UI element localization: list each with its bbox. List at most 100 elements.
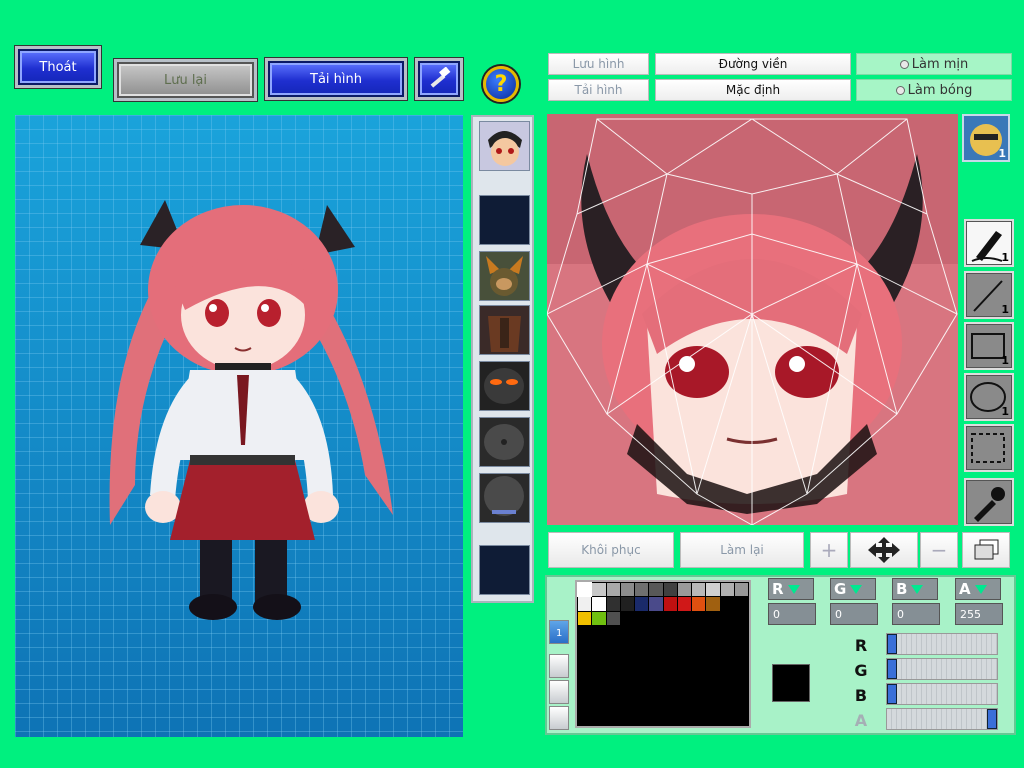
color-swatch[interactable] bbox=[635, 654, 649, 668]
part-slot-empty-1[interactable] bbox=[479, 195, 530, 245]
color-swatch[interactable] bbox=[706, 697, 720, 711]
zoom-in-button[interactable]: + bbox=[810, 532, 848, 568]
color-swatch[interactable] bbox=[720, 611, 734, 625]
color-swatch[interactable] bbox=[620, 611, 634, 625]
color-swatch[interactable] bbox=[578, 683, 592, 697]
color-swatch[interactable] bbox=[620, 683, 634, 697]
color-swatch[interactable] bbox=[635, 625, 649, 640]
color-swatch[interactable] bbox=[592, 611, 606, 625]
part-slot-head[interactable] bbox=[479, 121, 530, 171]
color-swatch[interactable] bbox=[635, 668, 649, 683]
color-swatch[interactable] bbox=[692, 640, 706, 654]
color-swatch[interactable] bbox=[706, 583, 720, 597]
color-swatch[interactable] bbox=[663, 683, 677, 697]
color-swatch[interactable] bbox=[635, 697, 649, 711]
channel-a-head[interactable]: A bbox=[955, 578, 1001, 600]
color-swatch[interactable] bbox=[592, 625, 606, 640]
color-swatch[interactable] bbox=[649, 597, 663, 611]
color-swatch[interactable] bbox=[692, 654, 706, 668]
color-swatch[interactable] bbox=[734, 668, 748, 683]
channel-g-head[interactable]: G bbox=[830, 578, 876, 600]
color-swatch[interactable] bbox=[606, 583, 620, 597]
color-swatch[interactable] bbox=[635, 640, 649, 654]
color-swatch[interactable] bbox=[720, 625, 734, 640]
color-swatch[interactable] bbox=[692, 711, 706, 725]
channel-b-input[interactable]: 0 bbox=[892, 603, 940, 625]
color-swatch[interactable] bbox=[606, 683, 620, 697]
color-swatch[interactable] bbox=[706, 683, 720, 697]
color-swatch[interactable] bbox=[649, 683, 663, 697]
color-swatch[interactable] bbox=[663, 583, 677, 597]
color-swatch[interactable] bbox=[663, 611, 677, 625]
channel-r-input[interactable]: 0 bbox=[768, 603, 816, 625]
color-swatch[interactable] bbox=[720, 683, 734, 697]
color-swatch[interactable] bbox=[692, 668, 706, 683]
shade-toggle[interactable]: Làm bóng bbox=[856, 79, 1012, 101]
color-swatch[interactable] bbox=[649, 611, 663, 625]
color-swatch[interactable] bbox=[692, 683, 706, 697]
swatch-grid[interactable] bbox=[575, 580, 751, 728]
slider-a[interactable] bbox=[886, 708, 998, 730]
color-swatch[interactable] bbox=[734, 583, 748, 597]
color-swatch[interactable] bbox=[649, 654, 663, 668]
restore-button[interactable]: Khôi phục bbox=[548, 532, 674, 568]
color-swatch[interactable] bbox=[620, 711, 634, 725]
slider-g-thumb[interactable] bbox=[887, 659, 897, 679]
color-swatch[interactable] bbox=[606, 711, 620, 725]
color-swatch[interactable] bbox=[677, 583, 691, 597]
color-swatch[interactable] bbox=[578, 625, 592, 640]
color-swatch[interactable] bbox=[649, 640, 663, 654]
zoom-out-button[interactable]: − bbox=[920, 532, 958, 568]
ellipse-tool[interactable]: 1 bbox=[964, 373, 1014, 421]
color-swatch[interactable] bbox=[620, 697, 634, 711]
color-swatch[interactable] bbox=[606, 611, 620, 625]
color-swatch[interactable] bbox=[720, 697, 734, 711]
tab-default[interactable]: Mặc định bbox=[655, 79, 851, 101]
select-tool[interactable] bbox=[964, 424, 1014, 472]
color-swatch[interactable] bbox=[635, 611, 649, 625]
color-swatch[interactable] bbox=[620, 668, 634, 683]
part-slot-body[interactable] bbox=[479, 305, 530, 355]
color-swatch[interactable] bbox=[677, 654, 691, 668]
slider-r-thumb[interactable] bbox=[887, 634, 897, 654]
color-swatch[interactable] bbox=[677, 697, 691, 711]
exit-button[interactable]: Thoát bbox=[18, 49, 98, 85]
slider-r[interactable] bbox=[886, 633, 998, 655]
load-button[interactable]: Tải hình bbox=[268, 61, 404, 97]
texture-editor-canvas[interactable] bbox=[547, 114, 958, 525]
color-swatch[interactable] bbox=[635, 711, 649, 725]
color-swatch[interactable] bbox=[635, 683, 649, 697]
color-swatch[interactable] bbox=[692, 697, 706, 711]
color-swatch[interactable] bbox=[578, 711, 592, 725]
slider-a-thumb[interactable] bbox=[987, 709, 997, 729]
color-swatch[interactable] bbox=[720, 668, 734, 683]
palette-tab-1[interactable]: 1 bbox=[549, 620, 569, 644]
tab-save-image[interactable]: Lưu hình bbox=[548, 53, 649, 75]
color-swatch[interactable] bbox=[578, 668, 592, 683]
palette-tab-2[interactable] bbox=[549, 654, 569, 678]
color-swatch[interactable] bbox=[606, 625, 620, 640]
eyedropper-tool[interactable] bbox=[964, 478, 1014, 526]
color-swatch[interactable] bbox=[692, 583, 706, 597]
color-swatch[interactable] bbox=[706, 711, 720, 725]
color-swatch[interactable] bbox=[734, 654, 748, 668]
color-swatch[interactable] bbox=[663, 654, 677, 668]
palette-tab-3[interactable] bbox=[549, 680, 569, 704]
color-swatch[interactable] bbox=[620, 583, 634, 597]
slider-b-thumb[interactable] bbox=[887, 684, 897, 704]
color-swatch[interactable] bbox=[592, 711, 606, 725]
channel-r-head[interactable]: R bbox=[768, 578, 814, 600]
color-swatch[interactable] bbox=[592, 668, 606, 683]
color-swatch[interactable] bbox=[620, 654, 634, 668]
color-swatch[interactable] bbox=[649, 583, 663, 597]
color-swatch[interactable] bbox=[663, 668, 677, 683]
move-button[interactable] bbox=[850, 532, 918, 568]
color-swatch[interactable] bbox=[720, 654, 734, 668]
character-preview[interactable] bbox=[15, 115, 463, 737]
color-swatch[interactable] bbox=[692, 611, 706, 625]
color-swatch[interactable] bbox=[649, 697, 663, 711]
color-swatch[interactable] bbox=[578, 640, 592, 654]
pen-tool[interactable]: 1 bbox=[964, 219, 1014, 267]
part-slot-shell[interactable] bbox=[479, 473, 530, 523]
color-swatch[interactable] bbox=[576, 581, 593, 598]
